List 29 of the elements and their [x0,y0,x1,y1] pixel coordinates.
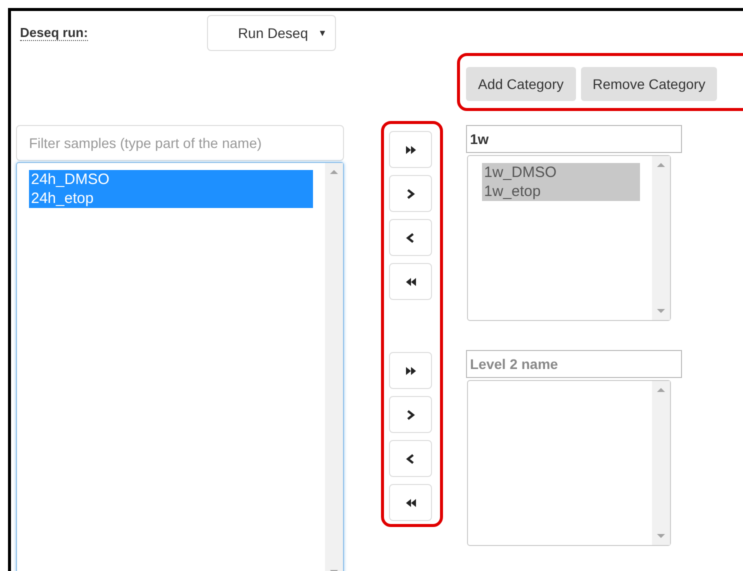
scrollbar[interactable] [325,163,343,571]
category-button[interactable]: Add Category [466,67,576,101]
category-name-field[interactable]: 1w [466,125,682,153]
move-button[interactable] [389,352,432,389]
list-option[interactable]: 24h_DMSO [29,170,313,189]
category-name-field[interactable]: Level 2 name [466,350,682,378]
scrollbar[interactable] [652,156,670,320]
list-box[interactable]: 1w_DMSO 1w_etop [467,155,671,321]
chevron-right-icon [404,410,416,420]
move-button[interactable] [389,484,432,521]
run-select[interactable]: Run Deseq ▼ [206,15,336,51]
chevron-right-icon [404,188,416,198]
fast-forward-icon [404,366,416,376]
filter-field[interactable]: Filter samples (type part of the name) [16,125,344,161]
list-option[interactable]: 24h_etop [29,189,313,208]
move-button[interactable] [389,263,432,300]
list-option[interactable]: 1w_DMSO [482,163,640,182]
fast-backward-icon [404,498,416,508]
scrollbar[interactable] [652,381,670,545]
move-button[interactable] [389,131,432,168]
fast-backward-icon [404,276,416,286]
list-option[interactable]: 1w_etop [482,182,640,201]
chevron-left-icon [404,454,416,464]
field-label: Deseq run: [20,25,88,41]
fast-forward-icon [404,144,416,154]
chevron-left-icon [404,232,416,242]
list-box[interactable]: 24h_DMSO 24h_etop [16,162,344,571]
list-box[interactable] [467,380,671,546]
category-button[interactable]: Remove Category [580,67,718,101]
